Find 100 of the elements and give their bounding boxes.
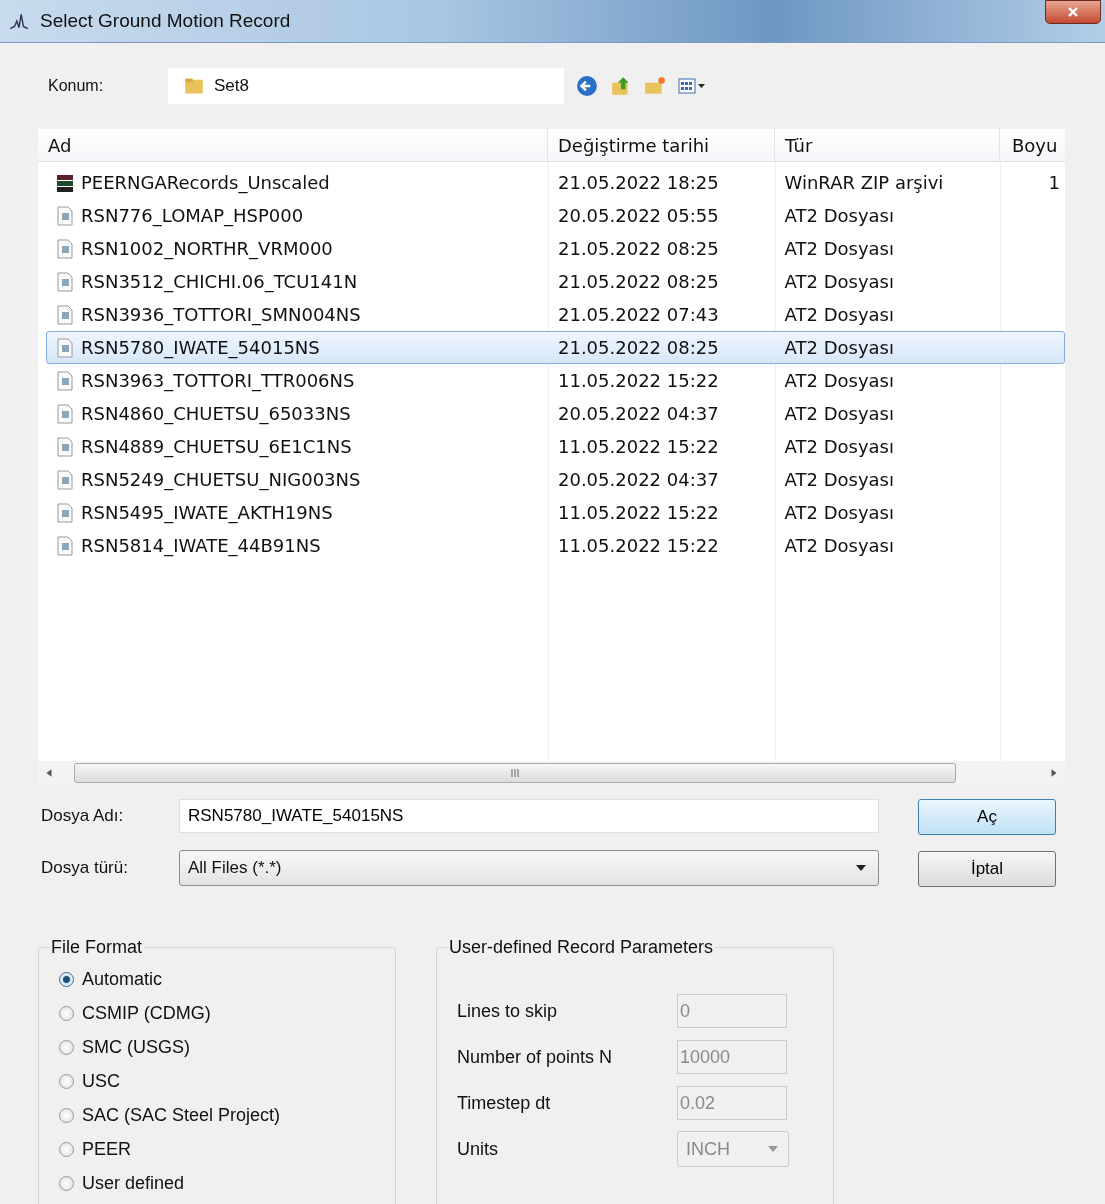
- column-header[interactable]: Tür: [775, 129, 1000, 161]
- file-type: AT2 Dosyası: [784, 238, 894, 259]
- modified-date: 20.05.2022 04:37: [558, 403, 719, 424]
- file-row[interactable]: RSN1002_NORTHR_VRM000 21.05.2022 08:25 AT2 Dosyası: [38, 232, 1065, 265]
- document-icon: [55, 303, 75, 326]
- modified-date: 11.05.2022 15:22: [558, 535, 719, 556]
- document-icon: [55, 402, 75, 425]
- file-row[interactable]: RSN3512_CHICHI.06_TCU141N 21.05.2022 08:25 AT2 Dosyası: [38, 265, 1065, 298]
- file-type: AT2 Dosyası: [784, 271, 894, 292]
- modified-date: 21.05.2022 18:25: [558, 172, 719, 193]
- file-row[interactable]: RSN3963_TOTTORI_TTR006NS 11.05.2022 15:22 AT2 Dosyası: [38, 364, 1065, 397]
- close-button[interactable]: [1045, 0, 1101, 24]
- column-header[interactable]: Ad: [38, 129, 548, 161]
- radio-button[interactable]: [59, 1107, 74, 1123]
- file-type: AT2 Dosyası: [784, 304, 894, 325]
- modified-date: 21.05.2022 08:25: [558, 238, 719, 259]
- location-label: Konum:: [47, 77, 105, 95]
- parameter-label: Number of points N: [457, 1046, 614, 1068]
- scroll-left-icon[interactable]: [44, 768, 54, 778]
- radio-button[interactable]: [59, 1175, 74, 1191]
- parameter-label: Timestep dt: [457, 1092, 552, 1114]
- file-type: AT2 Dosyası: [784, 205, 894, 226]
- file-row[interactable]: RSN4889_CHUETSU_6E1C1NS 11.05.2022 15:22 AT2 Dosyası: [38, 430, 1065, 463]
- file-name: RSN3936_TOTTORI_SMN004NS: [81, 304, 361, 325]
- file-name: RSN5249_CHUETSU_NIG003NS: [81, 469, 361, 490]
- modified-date: 11.05.2022 15:22: [558, 370, 719, 391]
- document-icon: [55, 204, 75, 227]
- modified-date: 11.05.2022 15:22: [558, 502, 719, 523]
- document-icon: [55, 435, 75, 458]
- radio-button[interactable]: [59, 1141, 74, 1157]
- file-type-label: Dosya türü:: [40, 858, 129, 878]
- group-title: File Format: [50, 937, 143, 958]
- file-row[interactable]: PEERNGARecords_Unscaled 21.05.2022 18:25 WinRAR ZIP arşivi 1: [38, 166, 1065, 199]
- scroll-right-icon[interactable]: [1049, 768, 1059, 778]
- file-type-dropdown[interactable]: All Files (*.*): [179, 850, 879, 886]
- file-type: AT2 Dosyası: [784, 403, 894, 424]
- up-folder-icon[interactable]: [610, 75, 632, 97]
- file-name: RSN5814_IWATE_44B91NS: [81, 535, 321, 556]
- modified-date: 21.05.2022 07:43: [558, 304, 719, 325]
- radio-label: USC: [82, 1070, 120, 1092]
- file-type: AT2 Dosyası: [784, 337, 894, 358]
- dialog-button[interactable]: İptal: [918, 851, 1056, 887]
- location-field[interactable]: Set8: [168, 68, 564, 104]
- file-name-field[interactable]: RSN5780_IWATE_54015NS: [179, 799, 879, 833]
- document-icon: [55, 468, 75, 491]
- file-type: WinRAR ZIP arşivi: [784, 172, 944, 193]
- document-icon: [55, 369, 75, 392]
- radio-button[interactable]: [59, 1073, 74, 1089]
- file-name: RSN1002_NORTHR_VRM000: [81, 238, 333, 259]
- radio-button[interactable]: [59, 1005, 74, 1021]
- file-type: AT2 Dosyası: [784, 502, 894, 523]
- radio-label: CSMIP (CDMG): [82, 1002, 211, 1024]
- file-type: AT2 Dosyası: [784, 436, 894, 457]
- radio-label: User defined: [82, 1172, 185, 1194]
- dropdown-arrow-icon: [768, 1146, 778, 1152]
- scroll-thumb[interactable]: III: [74, 763, 956, 783]
- file-type: AT2 Dosyası: [784, 535, 894, 556]
- document-icon: [55, 270, 75, 293]
- file-row[interactable]: RSN3936_TOTTORI_SMN004NS 21.05.2022 07:43 AT2 Dosyası: [38, 298, 1065, 331]
- document-icon: [55, 237, 75, 260]
- file-name: RSN4860_CHUETSU_65033NS: [81, 403, 351, 424]
- new-folder-icon[interactable]: [644, 75, 666, 97]
- file-size: 1: [1048, 172, 1060, 193]
- file-row[interactable]: RSN5814_IWATE_44B91NS 11.05.2022 15:22 AT2 Dosyası: [38, 529, 1065, 562]
- document-icon: [55, 501, 75, 524]
- file-type: AT2 Dosyası: [784, 469, 894, 490]
- radio-label: SMC (USGS): [82, 1036, 190, 1058]
- view-menu-icon[interactable]: [678, 77, 706, 95]
- radio-button[interactable]: [59, 1039, 74, 1055]
- modified-date: 21.05.2022 08:25: [558, 271, 719, 292]
- parameter-label: Lines to skip: [457, 1000, 559, 1022]
- group-title: User-defined Record Parameters: [448, 937, 715, 958]
- file-row[interactable]: RSN4860_CHUETSU_65033NS 20.05.2022 04:37 AT2 Dosyası: [38, 397, 1065, 430]
- modified-date: 20.05.2022 04:37: [558, 469, 719, 490]
- radio-label: SAC (SAC Steel Project): [82, 1104, 281, 1126]
- dialog-button[interactable]: Aç: [918, 799, 1056, 835]
- radio-button[interactable]: [59, 971, 74, 987]
- file-name: RSN3512_CHICHI.06_TCU141N: [81, 271, 358, 292]
- close-icon: [1067, 6, 1079, 18]
- file-name: PEERNGARecords_Unscaled: [81, 172, 330, 193]
- file-name: RSN5495_IWATE_AKTH19NS: [81, 502, 333, 523]
- radio-label: PEER: [82, 1138, 132, 1160]
- file-row[interactable]: RSN5249_CHUETSU_NIG003NS 20.05.2022 04:37 AT2 Dosyası: [38, 463, 1065, 496]
- file-name: RSN3963_TOTTORI_TTR006NS: [81, 370, 355, 391]
- folder-name: Set8: [214, 76, 249, 96]
- horizontal-scrollbar[interactable]: III: [38, 761, 1065, 785]
- radio-label: Automatic: [82, 968, 163, 990]
- file-row[interactable]: RSN5495_IWATE_AKTH19NS 11.05.2022 15:22 AT2 Dosyası: [38, 496, 1065, 529]
- file-row[interactable]: RSN5780_IWATE_54015NS 21.05.2022 08:25 AT2 Dosyası: [46, 331, 1065, 364]
- file-row[interactable]: RSN776_LOMAP_HSP000 20.05.2022 05:55 AT2 Dosyası: [38, 199, 1065, 232]
- dropdown-arrow-icon: [856, 865, 866, 871]
- column-header[interactable]: Değiştirme tarihi: [548, 129, 775, 161]
- modified-date: 11.05.2022 15:22: [558, 436, 719, 457]
- document-icon: [55, 336, 75, 359]
- back-icon[interactable]: [576, 75, 598, 97]
- file-name: RSN4889_CHUETSU_6E1C1NS: [81, 436, 352, 457]
- modified-date: 20.05.2022 05:55: [558, 205, 719, 226]
- file-name-label: Dosya Adı:: [40, 806, 125, 826]
- window-title: Select Ground Motion Record: [40, 10, 291, 32]
- column-header[interactable]: Boyu: [1000, 129, 1065, 161]
